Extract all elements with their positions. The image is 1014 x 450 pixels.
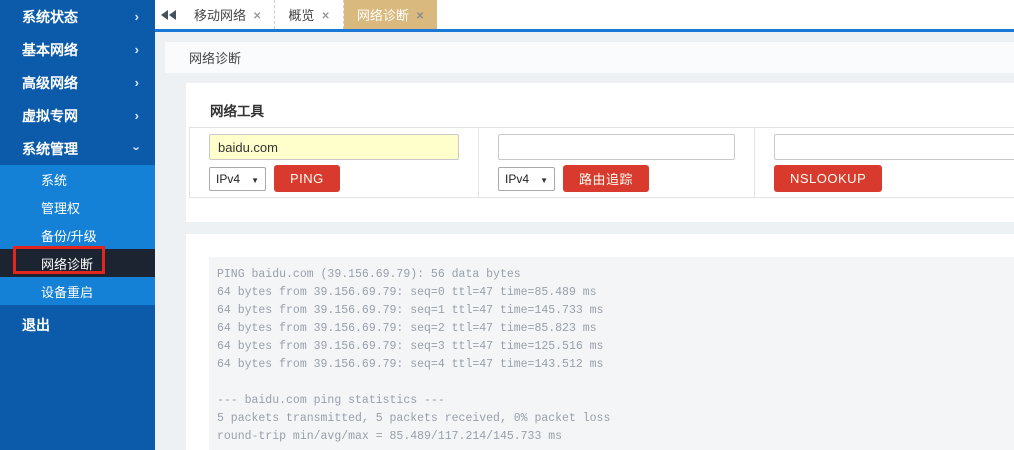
sidebar-item-label: 退出	[22, 315, 50, 335]
tab-mobile-network[interactable]: 移动网络	[181, 0, 275, 29]
sidebar-item-label: 高级网络	[22, 73, 78, 93]
sidebar-item-label: 虚拟专网	[22, 106, 78, 126]
page-header: 网络诊断	[165, 42, 1014, 73]
sidebar-subitem-label: 系统	[41, 170, 67, 189]
sidebar-subitem-backup-upgrade[interactable]: 备份/升级	[0, 221, 155, 249]
sidebar-subitem-system[interactable]: 系统	[0, 165, 155, 193]
selected-protocol: IPv4	[216, 172, 240, 186]
tab-bar: 移动网络 概览 网络诊断	[155, 0, 1014, 32]
tools-heading: 网络工具	[210, 100, 264, 120]
dropdown-arrow-icon	[251, 172, 259, 186]
ping-tool-cell: IPv4 PING	[190, 128, 479, 197]
ping-button[interactable]: PING	[274, 165, 340, 192]
chevron-right-icon	[135, 76, 139, 89]
traceroute-protocol-select[interactable]: IPv4	[498, 167, 555, 191]
sidebar-subitem-label: 设备重启	[41, 282, 93, 301]
selected-protocol: IPv4	[505, 172, 529, 186]
nslookup-tool-cell: NSLOOKUP	[755, 128, 1014, 197]
ping-protocol-select[interactable]: IPv4	[209, 167, 266, 191]
sidebar-item-system-management[interactable]: 系统管理	[0, 132, 155, 165]
nslookup-host-input[interactable]	[774, 134, 1014, 160]
tab-label: 移动网络	[194, 5, 246, 24]
output-panel: PING baidu.com (39.156.69.79): 56 data b…	[209, 257, 1014, 450]
double-chevron-left-icon	[161, 10, 176, 20]
sidebar-item-system-status[interactable]: 系统状态	[0, 0, 155, 33]
chevron-right-icon	[135, 43, 139, 56]
chevron-right-icon	[135, 109, 139, 122]
sidebar-subitem-label: 管理权	[41, 198, 80, 217]
tools-table: IPv4 PING IPv4 路由追踪 NSLOOKUP	[189, 127, 1014, 198]
network-tools-card: 网络工具 IPv4 PING IPv4 路由追踪	[186, 83, 1014, 222]
page-title: 网络诊断	[189, 48, 241, 67]
dropdown-arrow-icon	[540, 172, 548, 186]
sidebar: 系统状态 基本网络 高级网络 虚拟专网 系统管理 系统 管理权 备份/升级 网络…	[0, 0, 155, 450]
nslookup-button[interactable]: NSLOOKUP	[774, 165, 882, 192]
sidebar-submenu: 系统 管理权 备份/升级 网络诊断 设备重启	[0, 165, 155, 305]
tab-label: 网络诊断	[357, 5, 409, 24]
close-icon[interactable]	[416, 7, 424, 22]
chevron-down-icon	[135, 142, 139, 155]
close-icon[interactable]	[321, 7, 329, 22]
traceroute-button[interactable]: 路由追踪	[563, 165, 649, 192]
tab-overview[interactable]: 概览	[275, 0, 343, 29]
tab-network-diagnostics[interactable]: 网络诊断	[344, 0, 437, 29]
sidebar-item-basic-network[interactable]: 基本网络	[0, 33, 155, 66]
sidebar-item-label: 系统管理	[22, 139, 78, 159]
sidebar-subitem-admin[interactable]: 管理权	[0, 193, 155, 221]
tab-label: 概览	[288, 5, 314, 24]
chevron-right-icon	[135, 10, 139, 23]
ping-host-input[interactable]	[209, 134, 459, 160]
ping-output: PING baidu.com (39.156.69.79): 56 data b…	[209, 257, 1014, 450]
diagnostics-output-card: PING baidu.com (39.156.69.79): 56 data b…	[186, 234, 1014, 450]
sidebar-item-vpn[interactable]: 虚拟专网	[0, 99, 155, 132]
sidebar-item-label: 系统状态	[22, 7, 78, 27]
sidebar-subitem-device-restart[interactable]: 设备重启	[0, 277, 155, 305]
close-icon[interactable]	[253, 7, 261, 22]
traceroute-tool-cell: IPv4 路由追踪	[479, 128, 755, 197]
sidebar-item-label: 基本网络	[22, 40, 78, 60]
sidebar-item-advanced-network[interactable]: 高级网络	[0, 66, 155, 99]
traceroute-host-input[interactable]	[498, 134, 735, 160]
sidebar-subitem-label: 备份/升级	[41, 226, 97, 245]
sidebar-subitem-network-diagnostics[interactable]: 网络诊断	[0, 249, 155, 277]
collapse-tabs-button[interactable]	[155, 0, 181, 29]
sidebar-subitem-label: 网络诊断	[41, 254, 93, 273]
sidebar-item-logout[interactable]: 退出	[0, 308, 155, 341]
